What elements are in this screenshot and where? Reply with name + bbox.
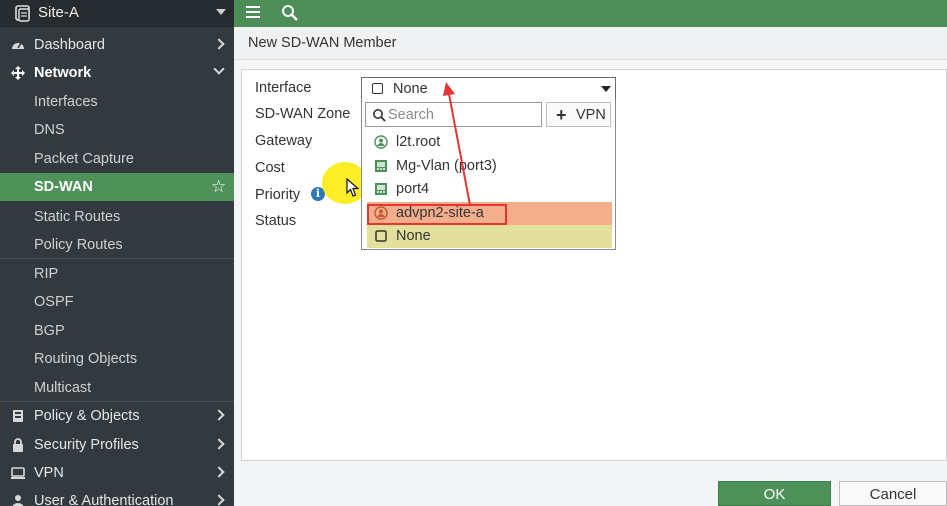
chevron-right-icon <box>213 38 225 50</box>
divider <box>0 258 234 259</box>
nav-network[interactable]: Network <box>0 59 234 87</box>
option-none[interactable]: None <box>367 225 612 248</box>
mouse-pointer-icon <box>346 178 360 197</box>
search-icon <box>373 109 386 122</box>
chevron-right-icon <box>213 494 225 506</box>
nav-policy-routes[interactable]: Policy Routes <box>0 231 234 259</box>
title-bar: New SD-WAN Member <box>234 27 947 60</box>
dashboard-icon <box>12 42 24 49</box>
port-icon <box>375 183 387 195</box>
site-name: Site-A <box>38 4 79 21</box>
option-mg-vlan[interactable]: Mg-Vlan (port3) <box>367 155 612 178</box>
device-icon <box>15 5 30 22</box>
checkbox-icon <box>372 83 383 94</box>
caret-down-icon <box>216 9 226 15</box>
star-icon[interactable]: ☆ <box>211 177 226 197</box>
option-port4[interactable]: port4 <box>367 178 612 201</box>
cost-label: Cost <box>255 160 285 176</box>
caret-down-icon <box>601 86 611 92</box>
nav-dashboard[interactable]: Dashboard <box>0 31 234 59</box>
cancel-button[interactable]: Cancel <box>839 481 947 506</box>
chevron-right-icon <box>213 466 225 478</box>
gateway-label: Gateway <box>255 133 313 149</box>
annotation-box <box>367 204 507 225</box>
tunnel-user-icon <box>374 135 388 149</box>
option-l2t-root[interactable]: l2t.root <box>367 131 612 154</box>
nav-user-authentication[interactable]: User & Authentication <box>0 487 234 506</box>
chevron-down-icon <box>213 63 225 75</box>
port-icon <box>375 160 387 172</box>
create-vpn-button[interactable]: + VPN <box>546 102 611 127</box>
search-icon[interactable] <box>281 4 299 22</box>
priority-label: Priority <box>255 187 301 203</box>
sidebar: Site-A Dashboard Network Interfaces DNS … <box>0 0 234 506</box>
nav-vpn[interactable]: VPN <box>0 459 234 487</box>
checkbox-icon <box>375 230 387 242</box>
status-label: Status <box>255 213 297 229</box>
page-title: New SD-WAN Member <box>248 35 397 51</box>
policy-icon <box>13 410 23 422</box>
dropdown-search-input[interactable]: Search <box>365 102 542 127</box>
nav-rip[interactable]: RIP <box>0 260 234 288</box>
monitor-icon <box>11 467 25 479</box>
top-bar <box>234 0 947 27</box>
ok-button[interactable]: OK <box>718 481 831 506</box>
nav-bgp[interactable]: BGP <box>0 317 234 345</box>
chevron-right-icon <box>213 438 225 450</box>
site-selector[interactable]: Site-A <box>0 0 234 27</box>
chevron-right-icon <box>213 409 225 421</box>
interface-label: Interface <box>255 80 312 96</box>
lock-icon <box>13 438 23 452</box>
menu-icon[interactable] <box>246 6 260 18</box>
nav-security-profiles[interactable]: Security Profiles <box>0 431 234 459</box>
user-icon <box>12 495 24 506</box>
nav-routing-objects[interactable]: Routing Objects <box>0 345 234 373</box>
nav-packet-capture[interactable]: Packet Capture <box>0 145 234 173</box>
nav-ospf[interactable]: OSPF <box>0 288 234 316</box>
nav-static-routes[interactable]: Static Routes <box>0 203 234 231</box>
network-icon <box>11 66 25 80</box>
interface-select[interactable]: None <box>361 77 616 100</box>
nav-multicast[interactable]: Multicast <box>0 374 234 402</box>
interface-selected-value: None <box>393 81 428 97</box>
nav-sd-wan[interactable]: SD-WAN ☆ <box>0 173 234 201</box>
nav-interfaces[interactable]: Interfaces <box>0 88 234 116</box>
nav-dns[interactable]: DNS <box>0 116 234 144</box>
plus-icon: + <box>556 105 567 125</box>
sd-wan-zone-label: SD-WAN Zone <box>255 106 351 122</box>
search-placeholder: Search <box>388 107 434 123</box>
nav-policy-objects[interactable]: Policy & Objects <box>0 402 234 430</box>
